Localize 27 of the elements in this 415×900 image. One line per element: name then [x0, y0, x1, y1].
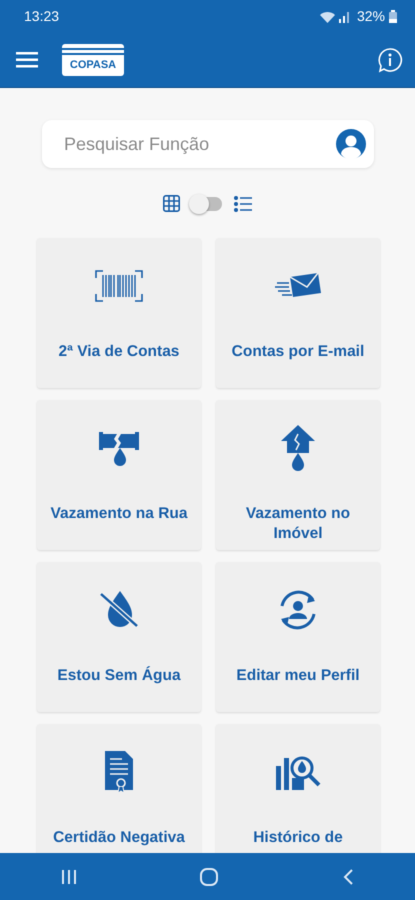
back-icon[interactable]: [342, 868, 354, 886]
profile-icon: [336, 129, 366, 159]
search-bar[interactable]: Pesquisar Função: [42, 120, 374, 168]
function-card[interactable]: Certidão Negativa: [37, 724, 201, 853]
battery-icon: [389, 10, 397, 23]
function-card[interactable]: Estou Sem Água: [37, 562, 201, 712]
grid-view-icon[interactable]: [163, 195, 180, 212]
function-card[interactable]: Contas por E-mail: [216, 238, 380, 388]
function-card[interactable]: Editar meu Perfil: [216, 562, 380, 712]
battery-percent: 32%: [356, 7, 385, 26]
wifi-icon: [320, 10, 335, 22]
list-view-icon[interactable]: [234, 196, 252, 212]
home-icon[interactable]: [199, 866, 220, 886]
house-leak-icon: [280, 424, 316, 472]
function-card[interactable]: Vazamento na Rua: [37, 400, 201, 550]
view-toggle[interactable]: [192, 196, 222, 210]
certificate-icon: [103, 750, 135, 794]
barcode-icon: [95, 270, 143, 302]
function-card[interactable]: Vazamento no Imóvel: [216, 400, 380, 550]
function-card[interactable]: Histórico de: [216, 724, 380, 853]
recent-apps-icon[interactable]: [61, 868, 78, 884]
info-button[interactable]: [377, 47, 403, 73]
status-time: 13:23: [24, 7, 60, 26]
function-card[interactable]: 2ª Via de Contas: [37, 238, 201, 388]
logo: COPASA: [62, 44, 124, 76]
search-field[interactable]: Pesquisar Função: [62, 130, 336, 158]
signal-icon: [338, 10, 349, 22]
